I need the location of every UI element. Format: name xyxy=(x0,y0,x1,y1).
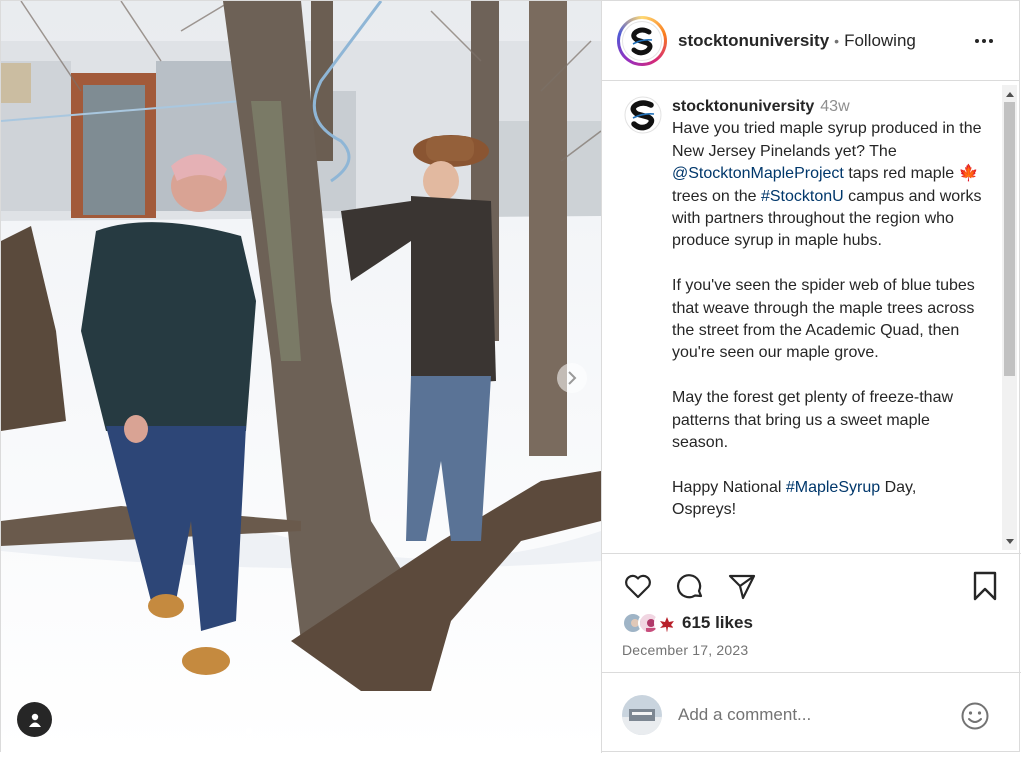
caption-scroll-area[interactable]: stocktonuniversity 43w Have you tried map… xyxy=(602,82,1021,552)
mention-link[interactable]: @StocktonMapleProject xyxy=(672,165,844,182)
stockton-logo-icon xyxy=(622,20,662,61)
chevron-right-icon xyxy=(568,371,577,385)
header-separator: • xyxy=(834,32,840,49)
scroll-up-icon[interactable] xyxy=(1002,85,1017,102)
stockton-logo-icon xyxy=(624,96,662,134)
arrow-down-icon xyxy=(1005,538,1014,544)
carousel-dot xyxy=(286,728,292,734)
caption-avatar[interactable] xyxy=(624,96,662,134)
avatar-inner xyxy=(620,18,664,63)
tagged-users-button[interactable] xyxy=(17,702,52,737)
caption-paragraph: If you've seen the spider web of blue tu… xyxy=(672,277,975,362)
divider xyxy=(602,672,1021,673)
divider xyxy=(602,553,1021,554)
caption-time[interactable]: 43w xyxy=(820,98,849,115)
snow-scene-image xyxy=(1,1,601,753)
carousel-dot xyxy=(246,728,252,734)
user-tag-icon xyxy=(28,713,41,727)
caption-line: Day, xyxy=(880,478,917,496)
header-username[interactable]: stocktonuniversity xyxy=(678,31,829,51)
caption-line: Happy National xyxy=(672,478,786,496)
post-date[interactable]: December 17, 2023 xyxy=(622,642,748,658)
carousel-indicator xyxy=(246,728,292,734)
post-details-panel: stocktonuniversity • Following stocktonu… xyxy=(601,1,1021,753)
dot xyxy=(989,39,993,43)
share-icon[interactable] xyxy=(726,570,758,602)
hashtag-link[interactable]: #StocktonU xyxy=(761,188,844,205)
following-button[interactable]: Following xyxy=(844,31,916,51)
hashtag-link[interactable]: #MapleSyrup xyxy=(786,479,880,496)
likes-count[interactable]: 615 likes xyxy=(682,613,753,633)
liker-avatar[interactable] xyxy=(654,612,676,634)
current-user-avatar xyxy=(622,695,662,735)
caption-paragraph: Ospreys! xyxy=(672,501,737,519)
heart-icon[interactable] xyxy=(622,570,654,602)
dot xyxy=(982,39,986,43)
caption-paragraph: May the forest get plenty of freeze-thaw… xyxy=(672,389,954,452)
likes-row: 615 likes xyxy=(622,612,753,634)
caption-body: stocktonuniversity 43w Have you tried map… xyxy=(672,96,982,522)
dot xyxy=(975,39,979,43)
carousel-dot xyxy=(256,728,262,734)
maple-leaf-emoji: 🍁 xyxy=(958,165,979,183)
more-options-icon[interactable] xyxy=(972,29,996,53)
caption-text: Have you tried maple syrup produced in t… xyxy=(672,118,982,521)
caption-line: taps red maple xyxy=(843,165,959,183)
avatar-image xyxy=(622,695,662,735)
caption: stocktonuniversity 43w Have you tried map… xyxy=(624,96,984,522)
bookmark-icon[interactable] xyxy=(970,570,1000,602)
post-header: stocktonuniversity • Following xyxy=(602,1,1020,81)
caption-username[interactable]: stocktonuniversity xyxy=(672,98,814,115)
scroll-down-icon[interactable] xyxy=(1002,533,1017,550)
post-actions xyxy=(622,570,758,602)
carousel-next-button[interactable] xyxy=(557,363,587,393)
post-photo[interactable] xyxy=(1,1,601,753)
maple-leaf-icon xyxy=(656,614,674,632)
caption-scrollbar[interactable] xyxy=(1002,85,1017,550)
carousel-dot xyxy=(276,728,282,734)
comment-icon[interactable] xyxy=(674,570,706,602)
stockton-s-icon xyxy=(631,27,653,55)
arrow-up-icon xyxy=(1005,91,1014,97)
caption-line: trees on the xyxy=(672,187,761,205)
carousel-dot xyxy=(266,728,272,734)
profile-avatar-story-ring[interactable] xyxy=(617,15,667,66)
add-comment-input[interactable] xyxy=(678,701,948,729)
caption-line: Have you tried maple syrup produced in t… xyxy=(672,120,982,160)
emoji-icon[interactable] xyxy=(960,701,990,731)
scrollbar-thumb[interactable] xyxy=(1004,102,1015,376)
post-modal: stocktonuniversity • Following stocktonu… xyxy=(0,0,1021,753)
